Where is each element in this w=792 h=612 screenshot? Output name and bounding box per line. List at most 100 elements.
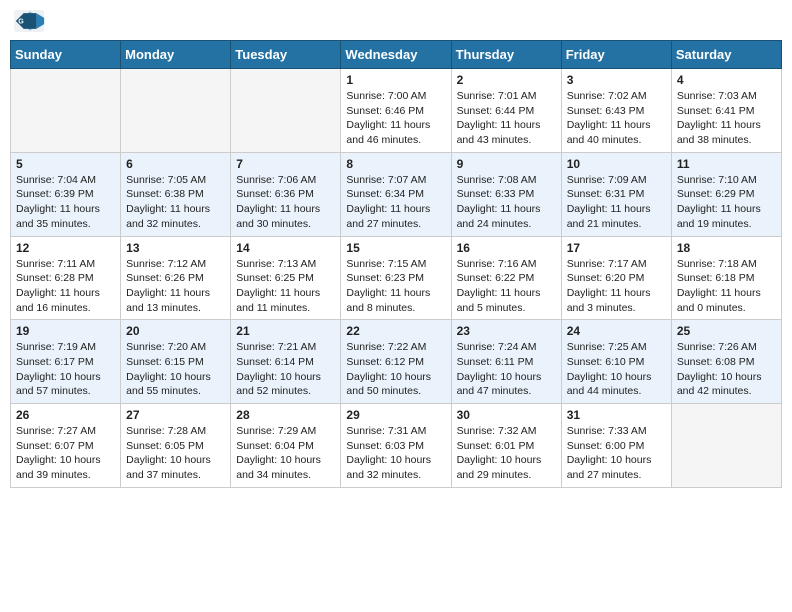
day-info: Sunrise: 7:06 AM Sunset: 6:36 PM Dayligh… (236, 173, 335, 232)
day-header-saturday: Saturday (671, 41, 781, 69)
day-number: 2 (457, 73, 556, 87)
calendar-cell (231, 69, 341, 153)
day-number: 7 (236, 157, 335, 171)
day-info: Sunrise: 7:11 AM Sunset: 6:28 PM Dayligh… (16, 257, 115, 316)
svg-text:G: G (18, 18, 24, 25)
calendar-cell: 3 Sunrise: 7:02 AM Sunset: 6:43 PM Daylig… (561, 69, 671, 153)
calendar-cell: 22 Sunrise: 7:22 AM Sunset: 6:12 PM Dayli… (341, 320, 451, 404)
day-number: 22 (346, 324, 445, 338)
day-number: 25 (677, 324, 776, 338)
day-info: Sunrise: 7:24 AM Sunset: 6:11 PM Dayligh… (457, 340, 556, 399)
calendar-cell: 18 Sunrise: 7:18 AM Sunset: 6:18 PM Dayli… (671, 236, 781, 320)
day-info: Sunrise: 7:18 AM Sunset: 6:18 PM Dayligh… (677, 257, 776, 316)
calendar-cell: 25 Sunrise: 7:26 AM Sunset: 6:08 PM Dayli… (671, 320, 781, 404)
calendar-cell: 5Sunrise: 7:04 AM Sunset: 6:39 PM Daylig… (11, 152, 121, 236)
day-number: 20 (126, 324, 225, 338)
day-info: Sunrise: 7:17 AM Sunset: 6:20 PM Dayligh… (567, 257, 666, 316)
calendar-cell (121, 69, 231, 153)
calendar-cell: 9 Sunrise: 7:08 AM Sunset: 6:33 PM Daylig… (451, 152, 561, 236)
day-number: 30 (457, 408, 556, 422)
calendar-cell: 4 Sunrise: 7:03 AM Sunset: 6:41 PM Daylig… (671, 69, 781, 153)
day-header-thursday: Thursday (451, 41, 561, 69)
day-number: 6 (126, 157, 225, 171)
day-header-monday: Monday (121, 41, 231, 69)
day-info: Sunrise: 7:10 AM Sunset: 6:29 PM Dayligh… (677, 173, 776, 232)
day-number: 12 (16, 241, 115, 255)
day-info: Sunrise: 7:13 AM Sunset: 6:25 PM Dayligh… (236, 257, 335, 316)
page-header: G (10, 10, 782, 32)
day-info: Sunrise: 7:32 AM Sunset: 6:01 PM Dayligh… (457, 424, 556, 483)
day-info: Sunrise: 7:26 AM Sunset: 6:08 PM Dayligh… (677, 340, 776, 399)
day-number: 1 (346, 73, 445, 87)
day-info: Sunrise: 7:08 AM Sunset: 6:33 PM Dayligh… (457, 173, 556, 232)
day-number: 10 (567, 157, 666, 171)
calendar-cell: 7 Sunrise: 7:06 AM Sunset: 6:36 PM Daylig… (231, 152, 341, 236)
day-number: 28 (236, 408, 335, 422)
day-number: 5 (16, 157, 115, 171)
day-info: Sunrise: 7:33 AM Sunset: 6:00 PM Dayligh… (567, 424, 666, 483)
day-number: 29 (346, 408, 445, 422)
calendar-week-row: 26 Sunrise: 7:27 AM Sunset: 6:07 PM Dayli… (11, 404, 782, 488)
day-number: 3 (567, 73, 666, 87)
day-info: Sunrise: 7:09 AM Sunset: 6:31 PM Dayligh… (567, 173, 666, 232)
day-header-wednesday: Wednesday (341, 41, 451, 69)
day-number: 21 (236, 324, 335, 338)
day-info: Sunrise: 7:22 AM Sunset: 6:12 PM Dayligh… (346, 340, 445, 399)
day-info: Sunrise: 7:01 AM Sunset: 6:44 PM Dayligh… (457, 89, 556, 148)
day-info: Sunrise: 7:28 AM Sunset: 6:05 PM Dayligh… (126, 424, 225, 483)
calendar-week-row: 1Sunrise: 7:00 AM Sunset: 6:46 PM Daylig… (11, 69, 782, 153)
calendar-cell: 26 Sunrise: 7:27 AM Sunset: 6:07 PM Dayli… (11, 404, 121, 488)
day-number: 27 (126, 408, 225, 422)
day-info: Sunrise: 7:07 AM Sunset: 6:34 PM Dayligh… (346, 173, 445, 232)
day-info: Sunrise: 7:25 AM Sunset: 6:10 PM Dayligh… (567, 340, 666, 399)
logo-icon: G (14, 10, 46, 32)
day-number: 4 (677, 73, 776, 87)
calendar-cell: 27 Sunrise: 7:28 AM Sunset: 6:05 PM Dayli… (121, 404, 231, 488)
calendar-cell: 19Sunrise: 7:19 AM Sunset: 6:17 PM Dayli… (11, 320, 121, 404)
calendar-cell: 2 Sunrise: 7:01 AM Sunset: 6:44 PM Daylig… (451, 69, 561, 153)
day-number: 26 (16, 408, 115, 422)
calendar-cell: 29 Sunrise: 7:31 AM Sunset: 6:03 PM Dayli… (341, 404, 451, 488)
calendar-header-row: SundayMondayTuesdayWednesdayThursdayFrid… (11, 41, 782, 69)
calendar-cell: 30 Sunrise: 7:32 AM Sunset: 6:01 PM Dayli… (451, 404, 561, 488)
day-number: 9 (457, 157, 556, 171)
day-info: Sunrise: 7:21 AM Sunset: 6:14 PM Dayligh… (236, 340, 335, 399)
day-number: 24 (567, 324, 666, 338)
day-header-tuesday: Tuesday (231, 41, 341, 69)
calendar-week-row: 5Sunrise: 7:04 AM Sunset: 6:39 PM Daylig… (11, 152, 782, 236)
calendar-cell: 8 Sunrise: 7:07 AM Sunset: 6:34 PM Daylig… (341, 152, 451, 236)
calendar-cell (671, 404, 781, 488)
day-number: 18 (677, 241, 776, 255)
day-number: 23 (457, 324, 556, 338)
day-info: Sunrise: 7:19 AM Sunset: 6:17 PM Dayligh… (16, 340, 115, 399)
day-info: Sunrise: 7:16 AM Sunset: 6:22 PM Dayligh… (457, 257, 556, 316)
day-number: 13 (126, 241, 225, 255)
calendar-week-row: 19Sunrise: 7:19 AM Sunset: 6:17 PM Dayli… (11, 320, 782, 404)
calendar-cell (11, 69, 121, 153)
calendar-cell: 28 Sunrise: 7:29 AM Sunset: 6:04 PM Dayli… (231, 404, 341, 488)
calendar-cell: 24 Sunrise: 7:25 AM Sunset: 6:10 PM Dayli… (561, 320, 671, 404)
day-number: 17 (567, 241, 666, 255)
day-info: Sunrise: 7:12 AM Sunset: 6:26 PM Dayligh… (126, 257, 225, 316)
day-info: Sunrise: 7:15 AM Sunset: 6:23 PM Dayligh… (346, 257, 445, 316)
calendar-cell: 10 Sunrise: 7:09 AM Sunset: 6:31 PM Dayli… (561, 152, 671, 236)
calendar-cell: 11Sunrise: 7:10 AM Sunset: 6:29 PM Dayli… (671, 152, 781, 236)
day-info: Sunrise: 7:03 AM Sunset: 6:41 PM Dayligh… (677, 89, 776, 148)
calendar-cell: 21 Sunrise: 7:21 AM Sunset: 6:14 PM Dayli… (231, 320, 341, 404)
calendar-cell: 6Sunrise: 7:05 AM Sunset: 6:38 PM Daylig… (121, 152, 231, 236)
day-header-friday: Friday (561, 41, 671, 69)
day-info: Sunrise: 7:29 AM Sunset: 6:04 PM Dayligh… (236, 424, 335, 483)
calendar-cell: 15Sunrise: 7:15 AM Sunset: 6:23 PM Dayli… (341, 236, 451, 320)
calendar-cell: 1Sunrise: 7:00 AM Sunset: 6:46 PM Daylig… (341, 69, 451, 153)
calendar-table: SundayMondayTuesdayWednesdayThursdayFrid… (10, 40, 782, 488)
day-info: Sunrise: 7:31 AM Sunset: 6:03 PM Dayligh… (346, 424, 445, 483)
calendar-cell: 23 Sunrise: 7:24 AM Sunset: 6:11 PM Dayli… (451, 320, 561, 404)
day-number: 14 (236, 241, 335, 255)
day-number: 31 (567, 408, 666, 422)
day-info: Sunrise: 7:27 AM Sunset: 6:07 PM Dayligh… (16, 424, 115, 483)
day-number: 8 (346, 157, 445, 171)
day-info: Sunrise: 7:02 AM Sunset: 6:43 PM Dayligh… (567, 89, 666, 148)
logo: G (14, 10, 50, 32)
calendar-cell: 16 Sunrise: 7:16 AM Sunset: 6:22 PM Dayli… (451, 236, 561, 320)
day-number: 16 (457, 241, 556, 255)
